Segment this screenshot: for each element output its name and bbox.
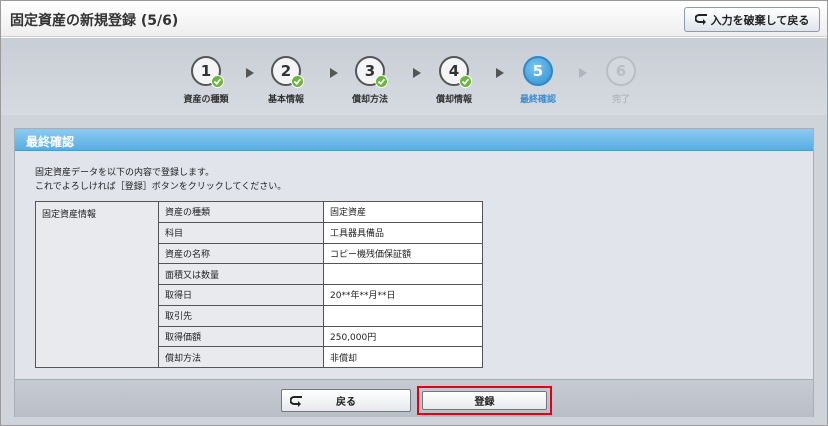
final-confirmation-panel: 最終確認 固定資産データを以下の内容で登録します。 これでよろしければ［登録］ボ… xyxy=(14,128,814,417)
register-button-highlight: 登録 xyxy=(417,386,552,415)
group-label: 固定資産情報 xyxy=(35,201,159,368)
discard-button-label: 入力を破棄して戻る xyxy=(710,13,810,27)
step-label: 償却方法 xyxy=(351,95,388,105)
discard-and-return-button[interactable]: 入力を破棄して戻る xyxy=(684,7,820,32)
step-number: 3 xyxy=(355,56,388,88)
step-5-current: 5 最終確認 xyxy=(503,56,573,105)
asset-info-table: 固定資産情報 資産の種類 固定資産 科目 工具器具備品 資産の名称 コピー機残価… xyxy=(35,201,483,368)
register-button[interactable]: 登録 xyxy=(422,391,547,410)
page-header: 固定資産の新規登録 (5/6) 入力を破棄して戻る xyxy=(1,1,827,37)
row-value xyxy=(323,263,483,285)
check-icon xyxy=(459,75,472,88)
step-number: 6 xyxy=(606,56,636,86)
step-6: 6 完了 xyxy=(586,56,656,105)
step-3: 3 償却方法 xyxy=(335,56,405,105)
step-4: 4 償却情報 xyxy=(419,56,489,105)
table-row: 固定資産情報 資産の種類 固定資産 xyxy=(35,201,483,368)
row-label: 科目 xyxy=(158,221,324,244)
step-2: 2 基本情報 xyxy=(251,56,321,105)
row-label: 資産の名称 xyxy=(158,242,324,265)
check-icon xyxy=(375,75,388,88)
row-value: 工具器具備品 xyxy=(323,221,483,244)
step-number: 1 xyxy=(191,56,224,88)
progress-stepper: 1 資産の種類 2 基本情報 3 償却方法 4 償却情報 5 最終確認 6 完了 xyxy=(1,38,827,115)
return-arrow-icon xyxy=(290,396,302,407)
row-value: 250,000円 xyxy=(323,325,483,348)
step-label: 基本情報 xyxy=(267,95,304,105)
step-number: 4 xyxy=(439,56,472,88)
page-title: 固定資産の新規登録 (5/6) xyxy=(10,13,179,29)
back-button-label: 戻る xyxy=(336,397,356,408)
panel-header: 最終確認 xyxy=(15,129,813,151)
row-value: 固定資産 xyxy=(323,201,483,223)
row-label: 取得価額 xyxy=(158,325,324,348)
step-number: 2 xyxy=(271,56,304,88)
panel-title: 最終確認 xyxy=(26,135,75,149)
row-label: 取引先 xyxy=(158,304,324,327)
step-number: 5 xyxy=(523,56,553,86)
step-label: 完了 xyxy=(611,95,630,105)
row-value: 20**年**月**日 xyxy=(323,284,483,306)
row-label: 取得日 xyxy=(158,284,324,306)
intro-text-line-2: これでよろしければ［登録］ボタンをクリックしてください。 xyxy=(35,182,287,192)
row-value: コピー機残価保証額 xyxy=(323,242,483,265)
intro-text-line-1: 固定資産データを以下の内容で登録します。 xyxy=(35,168,215,178)
step-label: 償却情報 xyxy=(435,95,472,105)
row-value xyxy=(323,304,483,327)
row-label: 面積又は数量 xyxy=(158,263,324,285)
register-button-label: 登録 xyxy=(474,397,495,408)
step-label: 最終確認 xyxy=(519,95,556,105)
row-value: 非償却 xyxy=(323,346,483,368)
check-icon xyxy=(211,75,224,88)
step-label: 資産の種類 xyxy=(183,95,229,105)
check-icon xyxy=(291,75,304,88)
panel-footer: 戻る 登録 xyxy=(15,379,813,417)
return-arrow-icon xyxy=(694,14,707,25)
row-label: 資産の種類 xyxy=(158,201,324,223)
step-1: 1 資産の種類 xyxy=(171,56,241,105)
back-button[interactable]: 戻る xyxy=(281,389,411,412)
row-label: 償却方法 xyxy=(158,346,324,368)
